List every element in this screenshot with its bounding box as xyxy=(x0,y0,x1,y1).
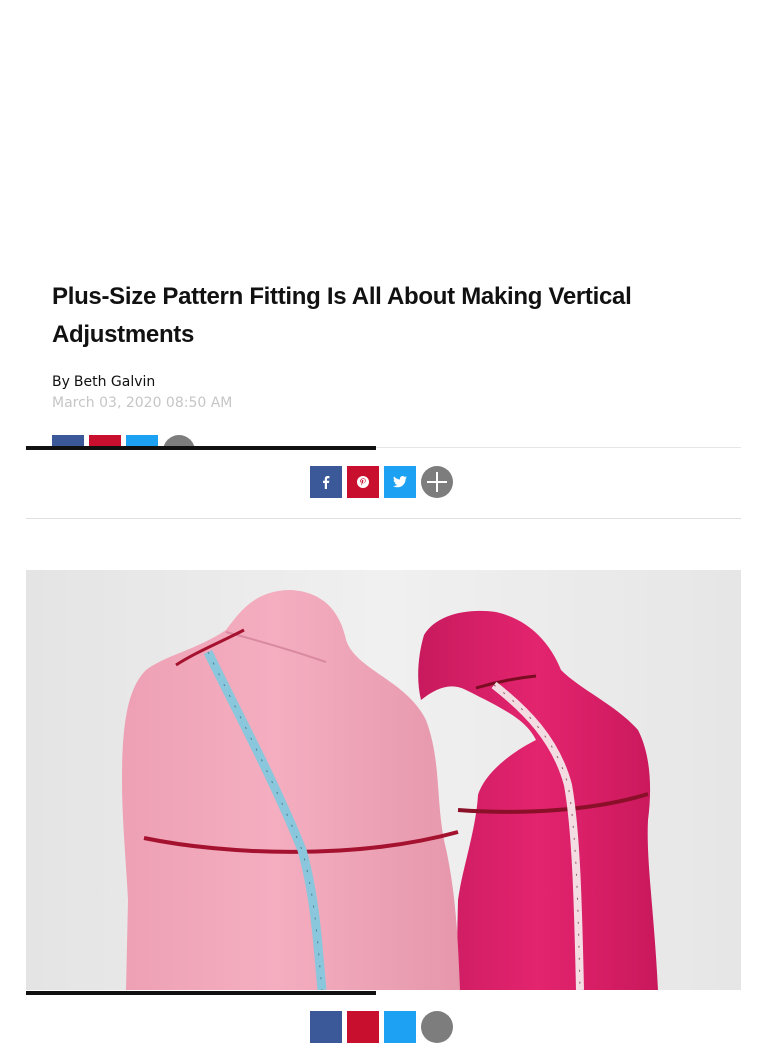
share-buttons xyxy=(310,466,453,498)
reading-progress-bar xyxy=(26,446,377,450)
bottom-pinterest-share-button[interactable] xyxy=(347,1011,379,1043)
hero-image xyxy=(26,570,741,990)
author-link[interactable]: Beth Galvin xyxy=(74,374,155,390)
byline: By Beth Galvin xyxy=(52,374,155,390)
bottom-more-share-button[interactable] xyxy=(421,1011,453,1043)
byline-prefix: By xyxy=(52,374,70,390)
article-title: Plus-Size Pattern Fitting Is All About M… xyxy=(52,283,632,348)
pinterest-icon xyxy=(356,475,370,489)
publish-date: March 03, 2020 08:50 AM xyxy=(52,395,233,411)
twitter-share-button[interactable] xyxy=(384,466,416,498)
bottom-twitter-share-button[interactable] xyxy=(384,1011,416,1043)
pinterest-share-button[interactable] xyxy=(347,466,379,498)
facebook-icon xyxy=(319,475,333,489)
more-share-button[interactable] xyxy=(421,466,453,498)
ad-space xyxy=(0,0,768,250)
bottom-sticky-share-bar xyxy=(26,991,741,1043)
sticky-share-bar xyxy=(26,446,741,519)
bottom-share-buttons xyxy=(310,1011,453,1043)
twitter-icon xyxy=(393,476,407,488)
facebook-share-button[interactable] xyxy=(310,466,342,498)
bottom-reading-progress-bar xyxy=(26,991,377,995)
plus-icon xyxy=(426,471,448,493)
bottom-facebook-share-button[interactable] xyxy=(310,1011,342,1043)
